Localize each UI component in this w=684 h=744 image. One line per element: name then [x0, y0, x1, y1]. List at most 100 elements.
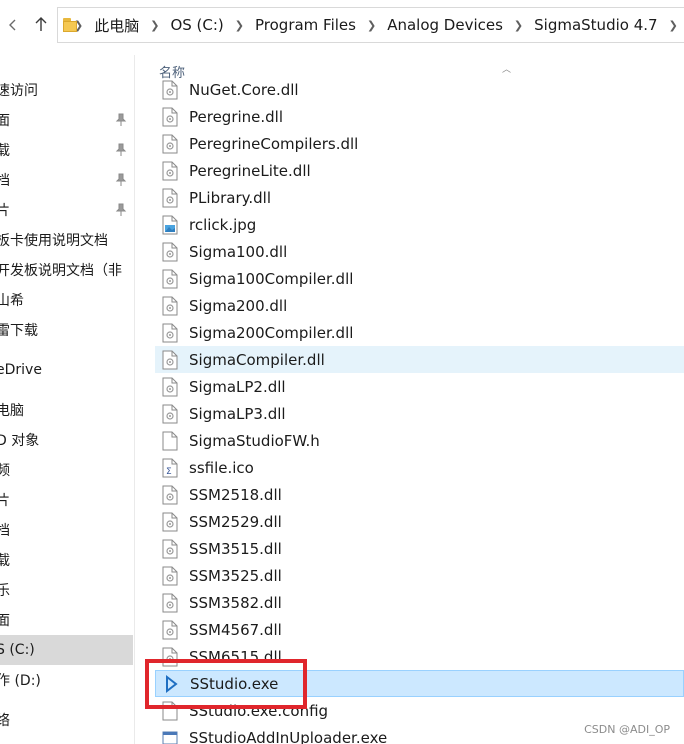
file-row[interactable]: SSM6515.dll	[155, 643, 684, 670]
file-row[interactable]: SSM3525.dll	[155, 562, 684, 589]
file-row[interactable]: PLibrary.dll	[155, 184, 684, 211]
arrow-left-icon	[7, 17, 21, 36]
file-row[interactable]: SigmaLP3.dll	[155, 400, 684, 427]
file-name: SSM2529.dll	[189, 512, 282, 531]
nav-item[interactable]: S (C:)	[0, 635, 133, 665]
nav-item-label: 频	[0, 460, 10, 480]
back-button[interactable]	[2, 12, 26, 40]
file-row[interactable]: SigmaStudioFW.h	[155, 427, 684, 454]
nav-item[interactable]: D 对象	[0, 425, 133, 455]
pin-icon[interactable]	[115, 173, 127, 187]
nav-item[interactable]: 档	[0, 165, 133, 195]
nav-item[interactable]: 作 (D:)	[0, 665, 133, 695]
nav-item[interactable]: 电脑	[0, 395, 133, 425]
chevron-right-icon[interactable]: ❯	[514, 19, 523, 32]
pin-icon[interactable]	[115, 113, 127, 127]
nav-item[interactable]: 板卡使用说明文档	[0, 225, 133, 255]
file-name: Sigma200.dll	[189, 296, 288, 315]
pin-icon[interactable]	[115, 203, 127, 217]
dll-file-icon	[162, 377, 179, 397]
nav-item-label: S (C:)	[0, 642, 35, 658]
nav-item[interactable]: 面	[0, 105, 133, 135]
file-row[interactable]: SStudio.exe	[155, 670, 684, 697]
file-row[interactable]: SigmaLP2.dll	[155, 373, 684, 400]
file-row[interactable]: Sigma100Compiler.dll	[155, 265, 684, 292]
chevron-right-icon[interactable]: ❯	[669, 19, 678, 32]
file-row[interactable]: Sigma200.dll	[155, 292, 684, 319]
nav-item[interactable]: 频	[0, 455, 133, 485]
file-row[interactable]: PeregrineLite.dll	[155, 157, 684, 184]
chevron-right-icon[interactable]: ❯	[150, 19, 159, 32]
file-row[interactable]: SSM2518.dll	[155, 481, 684, 508]
file-name: rclick.jpg	[189, 215, 257, 234]
file-name: Peregrine.dll	[189, 107, 284, 126]
dll-file-icon	[162, 80, 179, 100]
nav-item-label: 络	[0, 710, 10, 730]
file-name: SStudioAddInUploader.exe	[189, 728, 388, 744]
file-row[interactable]: Σssfile.ico	[155, 454, 684, 481]
arrow-up-icon	[34, 16, 48, 36]
file-row[interactable]: SSM3582.dll	[155, 589, 684, 616]
file-row[interactable]: NuGet.Core.dll	[155, 76, 684, 103]
chevron-right-icon[interactable]: ❯	[235, 19, 244, 32]
nav-item[interactable]: eDrive	[0, 355, 133, 385]
navigation-pane: 速访问面载档片板卡使用说明文档开发板说明文档（非山希雷下载eDrive电脑D 对…	[0, 55, 135, 744]
file-name: PeregrineLite.dll	[189, 161, 311, 180]
breadcrumb-sigmastudio[interactable]: SigmaStudio 4.7	[534, 16, 657, 34]
nav-item[interactable]: 片	[0, 485, 133, 515]
file-row[interactable]: SSM3515.dll	[155, 535, 684, 562]
chevron-right-icon[interactable]: ❯	[367, 19, 376, 32]
file-name: NuGet.Core.dll	[189, 80, 299, 99]
dll-file-icon	[162, 161, 179, 181]
file-name: PLibrary.dll	[189, 188, 271, 207]
breadcrumb-this-pc[interactable]: 此电脑	[94, 15, 139, 36]
file-row[interactable]: SStudio.exe.config	[155, 697, 684, 724]
file-name: SSM3515.dll	[189, 539, 282, 558]
file-name: Sigma200Compiler.dll	[189, 323, 354, 342]
nav-item[interactable]: 开发板说明文档（非	[0, 255, 133, 285]
file-name: SSM3525.dll	[189, 566, 282, 585]
file-name: SigmaCompiler.dll	[189, 350, 325, 369]
nav-item-label: 作 (D:)	[0, 673, 41, 689]
up-button[interactable]	[29, 12, 53, 40]
nav-item[interactable]: 络	[0, 705, 133, 735]
pin-icon[interactable]	[115, 143, 127, 157]
exe-window-icon	[162, 728, 179, 744]
breadcrumb-analog-devices[interactable]: Analog Devices	[387, 16, 503, 34]
nav-item[interactable]: 山希	[0, 285, 133, 315]
file-row[interactable]: rclick.jpg	[155, 211, 684, 238]
nav-item[interactable]: 载	[0, 135, 133, 165]
nav-item[interactable]: 载	[0, 545, 133, 575]
file-row[interactable]: SSM4567.dll	[155, 616, 684, 643]
nav-item-label: 档	[0, 170, 10, 190]
dll-file-icon	[162, 350, 179, 370]
file-row[interactable]: SSM2529.dll	[155, 508, 684, 535]
nav-item[interactable]: 雷下载	[0, 315, 133, 345]
breadcrumb-program-files[interactable]: Program Files	[255, 16, 356, 34]
file-name: SSM3582.dll	[189, 593, 282, 612]
file-row[interactable]: Peregrine.dll	[155, 103, 684, 130]
dll-file-icon	[162, 269, 179, 289]
nav-item-label: 面	[0, 110, 10, 130]
nav-item[interactable]: 速访问	[0, 75, 133, 105]
file-row[interactable]: Sigma200Compiler.dll	[155, 319, 684, 346]
file-name: SStudio.exe	[190, 674, 279, 693]
nav-item-label: 面	[0, 610, 10, 630]
nav-item[interactable]: 乐	[0, 575, 133, 605]
file-name: SSM2518.dll	[189, 485, 282, 504]
dll-file-icon	[162, 242, 179, 262]
file-row[interactable]: PeregrineCompilers.dll	[155, 130, 684, 157]
file-name: SStudio.exe.config	[189, 701, 329, 720]
nav-item-label: 载	[0, 140, 10, 160]
file-name: Sigma100.dll	[189, 242, 288, 261]
nav-item[interactable]: 面	[0, 605, 133, 635]
nav-item-label: 片	[0, 490, 10, 510]
file-row[interactable]: Sigma100.dll	[155, 238, 684, 265]
breadcrumb-os-c[interactable]: OS (C:)	[170, 16, 223, 34]
nav-item-label: 板卡使用说明文档	[0, 233, 108, 249]
address-bar[interactable]: ❯ 此电脑 ❯ OS (C:) ❯ Program Files ❯ Analog…	[57, 7, 684, 43]
nav-item[interactable]: 档	[0, 515, 133, 545]
nav-item-label: 雷下载	[0, 323, 38, 339]
nav-item[interactable]: 片	[0, 195, 133, 225]
file-row[interactable]: SigmaCompiler.dll	[155, 346, 684, 373]
